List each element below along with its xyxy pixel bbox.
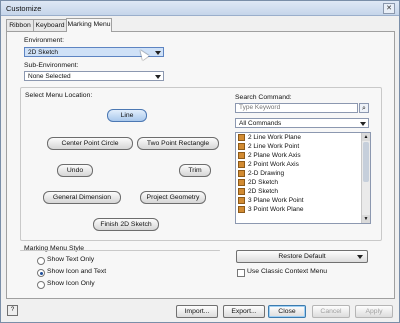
chevron-down-icon [360,122,366,126]
tab-marking-menu[interactable]: Marking Menu [66,18,112,32]
list-item-label: 2 Plane Work Axis [248,152,301,159]
list-item-label: 3 Point Work Plane [248,206,304,213]
command-icon [238,188,245,195]
slot-right-button[interactable]: Trim [179,164,211,177]
command-icon [238,179,245,186]
show-icon-only-label: Show Icon Only [47,280,95,287]
show-text-only-radio[interactable] [37,257,45,265]
list-item-label: 2D Sketch [248,179,278,186]
list-item[interactable]: 2 Point Work Axis [236,160,370,169]
cancel-button[interactable]: Cancel [312,305,350,318]
title-bar[interactable]: Customize ✕ [1,1,399,16]
slot-top-button[interactable]: Line [107,109,147,122]
sub-environment-label: Sub-Environment: [24,62,79,69]
tab-keyboard[interactable]: Keyboard [33,19,67,31]
list-item-label: 2 Point Work Axis [248,161,299,168]
customize-dialog: Customize ✕ Ribbon Keyboard Marking Menu… [0,0,400,323]
list-item[interactable]: 2D Sketch [236,187,370,196]
show-icon-and-text-radio[interactable] [37,269,45,277]
command-icon [238,134,245,141]
command-list-scrollbar[interactable]: ▲ ▼ [361,133,370,223]
classic-context-menu-checkbox[interactable] [237,269,245,277]
marking-menu-panel: Environment: 2D Sketch Sub-Environment: … [6,31,395,299]
tab-ribbon[interactable]: Ribbon [6,19,34,31]
command-list[interactable]: 2 Line Work Plane 2 Line Work Point 2 Pl… [235,132,371,224]
show-text-only-label: Show Text Only [47,256,95,263]
list-item[interactable]: 3 Point Work Plane [236,205,370,214]
export-button[interactable]: Export... [223,305,265,318]
show-icon-and-text-label: Show Icon and Text [47,268,107,275]
style-divider [20,250,220,251]
restore-default-label: Restore Default [278,253,326,260]
slot-upper-right-button[interactable]: Two Point Rectangle [137,137,219,150]
slot-lower-right-button[interactable]: Project Geometry [140,191,206,204]
apply-button[interactable]: Apply [355,305,393,318]
import-button[interactable]: Import... [176,305,218,318]
search-command-label: Search Command: [235,94,292,101]
chevron-down-icon [155,51,161,55]
command-icon [238,161,245,168]
classic-context-menu-label: Use Classic Context Menu [247,268,328,275]
restore-default-button[interactable]: Restore Default [236,250,368,263]
sub-environment-dropdown[interactable]: None Selected [24,71,164,81]
scroll-down-icon[interactable]: ▼ [362,215,370,223]
slot-upper-left-button[interactable]: Center Point Circle [47,137,133,150]
slot-bottom-button[interactable]: Finish 2D Sketch [93,218,159,231]
slot-lower-left-button[interactable]: General Dimension [43,191,121,204]
window-title: Customize [6,4,42,13]
search-command-input[interactable] [235,103,358,113]
command-icon [238,143,245,150]
list-item-label: 2D Sketch [248,188,278,195]
environment-label: Environment: [24,37,65,44]
command-filter-dropdown[interactable]: All Commands [235,118,369,128]
list-item[interactable]: 2D Sketch [236,178,370,187]
help-icon[interactable]: ? [7,305,18,316]
command-icon [238,197,245,204]
chevron-down-icon [357,255,363,259]
scroll-up-icon[interactable]: ▲ [362,133,370,141]
search-icon[interactable]: ⌕ [359,103,369,113]
command-icon [238,152,245,159]
list-item-label: 2-D Drawing [248,170,285,177]
close-window-icon[interactable]: ✕ [383,3,395,14]
close-button[interactable]: Close [268,305,306,318]
list-item[interactable]: 3 Plane Work Point [236,196,370,205]
list-item[interactable]: 2 Line Work Plane [236,133,370,142]
list-item[interactable]: 2 Line Work Point [236,142,370,151]
environment-value: 2D Sketch [28,49,58,56]
scroll-thumb[interactable] [363,142,369,182]
chevron-down-icon [155,75,161,79]
show-icon-only-radio[interactable] [37,281,45,289]
command-icon [238,206,245,213]
command-filter-value: All Commands [239,120,282,127]
list-item[interactable]: 2-D Drawing [236,169,370,178]
command-icon [238,170,245,177]
list-item-label: 2 Line Work Plane [248,134,301,141]
sub-environment-value: None Selected [28,73,71,80]
list-item-label: 2 Line Work Point [248,143,300,150]
slot-left-button[interactable]: Undo [57,164,93,177]
list-item-label: 3 Plane Work Point [248,197,304,204]
list-item[interactable]: 2 Plane Work Axis [236,151,370,160]
menu-location-label: Select Menu Location: [25,92,93,99]
